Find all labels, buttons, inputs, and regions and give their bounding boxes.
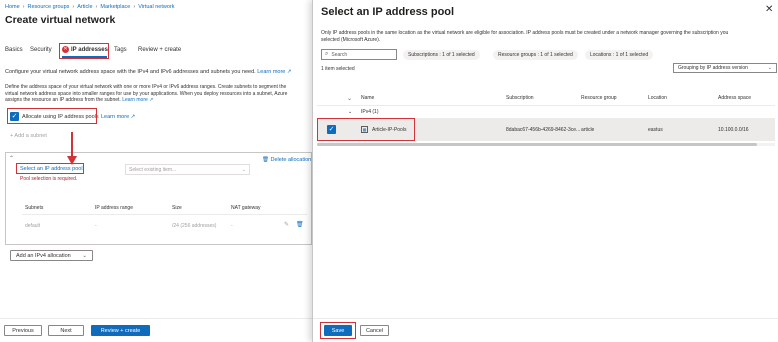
row-location: eastus — [648, 127, 663, 133]
col-subnets: Subnets — [25, 205, 44, 211]
scrollbar-thumb[interactable] — [317, 143, 757, 146]
breadcrumb: Home › Resource groups › Article › Marke… — [5, 4, 175, 10]
annotation-box-select-pool — [16, 163, 84, 174]
row-resource-group: article — [581, 127, 595, 133]
add-ipv4-allocation-button[interactable]: Add an IPv4 allocation ⌄ — [10, 250, 93, 261]
external-link-icon: ↗ — [149, 97, 154, 103]
select-existing-dropdown[interactable]: Select existing item... ⌄ — [125, 164, 250, 175]
collapse-all-icon[interactable]: ⌄ — [347, 95, 352, 102]
chevron-down-icon: ⌄ — [767, 65, 772, 71]
pool-required-error: Pool selection is required. — [20, 176, 78, 182]
col-ip-range: IP address range — [95, 205, 133, 211]
next-button[interactable]: Next — [48, 325, 84, 336]
more-options-icon[interactable]: … — [88, 13, 97, 23]
row-address-space: 10.100.0.0/16 — [718, 127, 749, 133]
annotation-box-tab — [59, 43, 109, 59]
external-link-icon: ↗ — [286, 69, 292, 75]
address-space-description: Define the address space of your virtual… — [5, 84, 288, 103]
learn-more-link-1[interactable]: Learn more — [257, 69, 285, 75]
filter-resource-groups[interactable]: Resource groups : 1 of 1 selected — [493, 50, 578, 60]
annotation-arrow — [67, 132, 77, 165]
annotation-box-save — [320, 322, 356, 339]
row-size: /24 (256 addresses) — [172, 223, 217, 229]
breadcrumb-home[interactable]: Home — [5, 4, 20, 10]
col-resource-group: Resource group — [581, 95, 617, 101]
edit-icon[interactable]: ✎ — [284, 221, 289, 228]
delete-icon[interactable]: 🗑 — [296, 221, 304, 228]
collapse-chevron-icon[interactable]: ⌃ — [9, 155, 14, 162]
annotation-box-row — [317, 118, 415, 141]
tab-review-create[interactable]: Review + create — [138, 47, 181, 53]
group-row-ipv4[interactable]: ⌄ IPv4 (1) — [317, 107, 775, 116]
learn-more-link-3[interactable]: Learn more ↗ — [101, 114, 135, 120]
row-subnet: default — [25, 223, 41, 229]
grouping-dropdown[interactable]: Grouping by IP address version ⌄ — [673, 63, 777, 73]
search-icon: ⌕ — [325, 51, 329, 57]
close-icon[interactable]: ✕ — [765, 4, 773, 15]
row-subscription: 8dabac67-456b-4269-8462-3ce... — [506, 127, 581, 133]
footer-divider — [0, 318, 312, 319]
filter-locations[interactable]: Locations : 1 of 1 selected — [585, 50, 654, 60]
learn-more-link-2[interactable]: Learn more — [122, 97, 148, 103]
selected-count: 1 item selected — [321, 66, 355, 72]
chevron-down-icon: ⌄ — [82, 252, 87, 259]
grid-header-divider — [317, 105, 775, 106]
col-location: Location — [648, 95, 667, 101]
review-create-button[interactable]: Review + create — [91, 325, 150, 336]
page-title: Create virtual network — [5, 14, 116, 26]
row-nat: - — [231, 223, 233, 229]
create-vnet-blade: Home › Resource groups › Article › Marke… — [0, 0, 312, 342]
divider — [22, 214, 307, 215]
col-nat: NAT gateway — [231, 205, 261, 211]
chevron-down-icon: ⌄ — [241, 166, 246, 173]
cancel-button[interactable]: Cancel — [360, 325, 389, 336]
tab-tags[interactable]: Tags — [114, 47, 127, 53]
search-input[interactable]: ⌕ Search — [321, 49, 397, 60]
breadcrumb-marketplace[interactable]: Marketplace — [100, 4, 130, 10]
previous-button[interactable]: Previous — [4, 325, 42, 336]
add-subnet-button[interactable]: + Add a subnet — [10, 133, 47, 139]
row-range: - — [95, 223, 97, 229]
intro-text: Configure your virtual network address s… — [5, 69, 292, 75]
tab-security[interactable]: Security — [30, 47, 52, 53]
panel-description: Only IP address pools in the same locati… — [321, 30, 729, 43]
group-chevron-icon: ⌄ — [348, 109, 353, 115]
col-size: Size — [172, 205, 182, 211]
breadcrumb-resource-groups[interactable]: Resource groups — [28, 4, 70, 10]
annotation-box-checkbox — [7, 108, 97, 124]
select-ip-pool-panel: Select an IP address pool ✕ Only IP addr… — [312, 0, 778, 342]
delete-allocation-button[interactable]: 🗑 Delete allocation — [262, 157, 311, 163]
breadcrumb-article[interactable]: Article — [77, 4, 92, 10]
panel-title: Select an IP address pool — [321, 6, 455, 18]
filter-subscriptions[interactable]: Subscriptions : 1 of 1 selected — [403, 50, 480, 60]
horizontal-scrollbar[interactable] — [317, 143, 775, 146]
tab-basics[interactable]: Basics — [5, 47, 23, 53]
col-address-space: Address space — [718, 95, 752, 101]
col-subscription: Subscription — [506, 95, 534, 101]
col-name: Name — [361, 95, 375, 101]
table-row: default - /24 (256 addresses) - ✎ 🗑 — [22, 216, 307, 230]
panel-footer-divider — [313, 318, 778, 319]
breadcrumb-virtual-network[interactable]: Virtual network — [138, 4, 174, 10]
